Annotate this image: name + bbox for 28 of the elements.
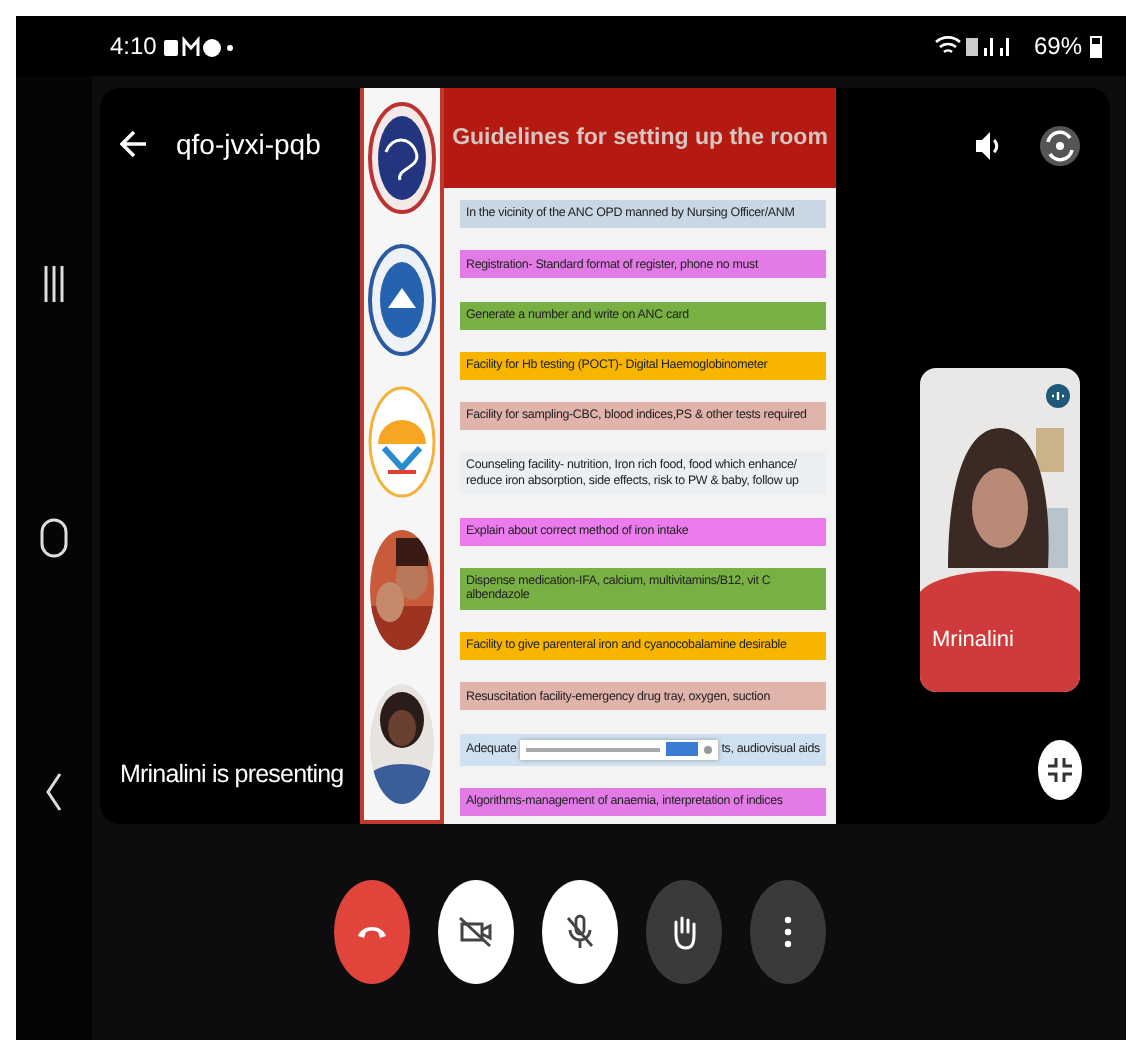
end-call-button[interactable]	[333, 880, 409, 984]
home-icon[interactable]	[40, 517, 68, 558]
back-arrow-icon[interactable]	[120, 130, 148, 158]
back-icon[interactable]	[44, 772, 64, 813]
switch-camera-icon[interactable]	[1038, 124, 1082, 168]
battery-icon	[1090, 34, 1102, 58]
hand-icon	[669, 914, 697, 950]
audio-level-icon	[1046, 384, 1070, 408]
emblem-icon	[368, 242, 436, 359]
speaker-icon[interactable]	[974, 130, 1002, 162]
raise-hand-button[interactable]	[645, 880, 721, 984]
sunrise-logo-icon	[368, 383, 436, 500]
camera-off-icon	[457, 916, 493, 948]
phone-hangup-icon	[355, 922, 387, 942]
more-icon	[783, 916, 791, 948]
mic-off-icon	[565, 914, 593, 950]
presenting-label: Mrinalini is presenting	[120, 760, 346, 788]
recent-apps-icon[interactable]	[42, 263, 66, 304]
participant-name: Mrinalini	[932, 628, 1014, 652]
emblem-icon	[368, 100, 436, 217]
battery-percentage: 69%	[1033, 32, 1082, 60]
clock: 4:10	[110, 32, 157, 60]
camera-button[interactable]	[437, 880, 513, 984]
slide-title: Guidelines for setting up the room	[444, 88, 836, 188]
microphone-button[interactable]	[541, 880, 617, 984]
minimize-button[interactable]	[1038, 740, 1082, 800]
minimize-icon	[1046, 756, 1074, 784]
meeting-code[interactable]: qfo-jvxi-pqb	[176, 128, 321, 160]
